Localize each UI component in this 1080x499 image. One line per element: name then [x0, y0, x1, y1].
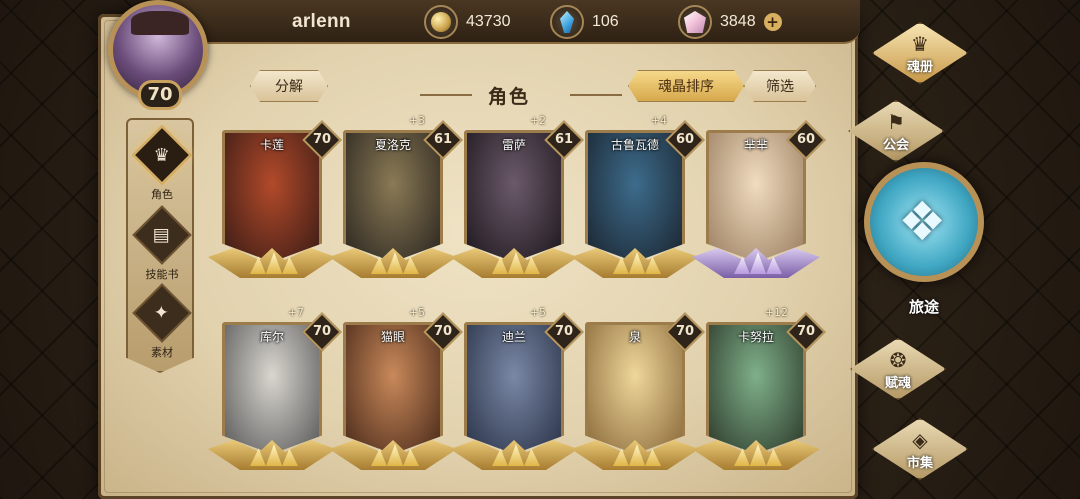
blue-crystal-icon [550, 5, 584, 39]
menu-label-soul-book: 魂册 [906, 59, 933, 75]
title-ornament-right [570, 94, 622, 96]
soul-infuse-icon: ❂ [889, 347, 907, 372]
character-card[interactable]: 夏洛克 +3 61 [329, 114, 463, 298]
nav-item-skill-book[interactable]: ▤ 技能书 [128, 205, 194, 282]
character-card[interactable]: 库尔 +7 70 [208, 306, 342, 490]
character-icon: ♛ [132, 125, 192, 185]
card-bonus: +2 [529, 114, 546, 127]
character-card[interactable]: 猫眼 +5 70 [329, 306, 463, 490]
character-card[interactable]: 雷萨 +2 61 [450, 114, 584, 298]
material-icon: ✦ [132, 283, 192, 343]
gold-coin-icon [424, 5, 458, 39]
soul-crystal-value: 3848 [720, 13, 756, 30]
menu-soul-book[interactable]: ♛ 魂册 [872, 22, 968, 84]
menu-guild[interactable]: ⚑ 公会 [848, 100, 944, 162]
menu-label-soul-infuse: 赋魂 [884, 375, 911, 391]
player-name: arlenn [292, 11, 351, 32]
card-bonus: +7 [287, 306, 304, 319]
menu-label-market: 市集 [906, 455, 933, 471]
nav-item-character[interactable]: ♛ 角色 [128, 125, 194, 202]
player-level-badge: 70 [138, 80, 182, 110]
guild-icon: ⚑ [887, 109, 905, 134]
nav-label-character: 角色 [151, 188, 173, 201]
gold-resource: 43730 [424, 4, 511, 40]
soul-crystal-resource: 3848 + [678, 4, 782, 40]
gold-value: 43730 [466, 13, 511, 30]
filter-button[interactable]: 筛选 [744, 70, 816, 102]
character-card[interactable]: 古鲁瓦德 +4 60 [571, 114, 705, 298]
menu-label-guild: 公会 [882, 137, 909, 153]
decompose-button[interactable]: 分解 [250, 70, 328, 102]
card-bonus: +5 [408, 306, 425, 319]
character-card[interactable]: 泉 70 [571, 312, 705, 490]
nav-item-material[interactable]: ✦ 素材 [128, 283, 194, 360]
soul-crystal-icon [678, 5, 712, 39]
player-avatar[interactable]: 70 [100, 0, 218, 112]
character-card[interactable]: 卡莲 70 [208, 120, 342, 298]
card-bonus: +5 [529, 306, 546, 319]
skill-book-icon: ▤ [132, 205, 192, 265]
crystal-resource: 106 [550, 4, 619, 40]
card-bonus: +3 [408, 114, 425, 127]
card-bonus: +12 [764, 306, 788, 319]
nav-label-skill-book: 技能书 [145, 268, 179, 281]
character-card[interactable]: 迪兰 +5 70 [450, 306, 584, 490]
left-nav: ♛ 角色 ▤ 技能书 ✦ 素材 [126, 118, 194, 373]
journey-label: 旅途 [908, 298, 939, 316]
journey-button[interactable]: ❖ 旅途 [864, 162, 984, 316]
soul-book-icon: ♛ [911, 31, 929, 56]
market-icon: ◈ [912, 427, 928, 452]
menu-market[interactable]: ◈ 市集 [872, 418, 968, 480]
page-title: 角色 [488, 86, 531, 108]
nav-label-material: 素材 [151, 346, 173, 359]
journey-icon: ❖ [864, 162, 984, 282]
character-card[interactable]: 芈芈 60 [692, 120, 826, 298]
menu-soul-infuse[interactable]: ❂ 赋魂 [850, 338, 946, 400]
character-card[interactable]: 卡努拉 +12 70 [692, 306, 826, 490]
card-bonus: +4 [650, 114, 667, 127]
soul-crystal-sort-button[interactable]: 魂晶排序 [628, 70, 744, 102]
add-soul-crystal-button[interactable]: + [763, 13, 782, 31]
crystal-value: 106 [592, 13, 619, 30]
title-ornament-left [420, 94, 472, 96]
